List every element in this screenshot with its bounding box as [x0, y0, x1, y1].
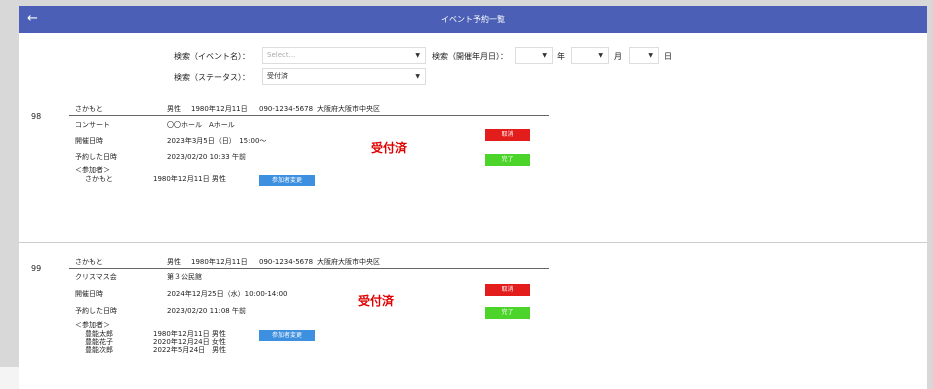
app-header: ← イベント予約一覧 — [19, 6, 927, 33]
customer-address: 大阪府大阪市中央区 — [317, 258, 380, 266]
status-select[interactable]: 受付済 ▼ — [262, 68, 426, 85]
change-participants-button[interactable]: 参加者変更 — [259, 175, 315, 186]
month-unit-label: 月 — [614, 52, 622, 61]
event-name: クリスマス会 — [75, 273, 117, 281]
status-filter-label: 検索（ステータス）： — [174, 73, 250, 82]
app-window: ← イベント予約一覧 検索（イベント名）： Select... ▼ 検索（開催年… — [19, 6, 927, 389]
event-date-label: 開催日時 — [75, 137, 103, 145]
status-select-value: 受付済 — [267, 72, 288, 80]
record-divider — [69, 268, 549, 269]
record-number: 98 — [31, 112, 42, 121]
customer-birthdate: 1980年12月11日 — [191, 105, 248, 113]
chevron-down-icon: ▼ — [415, 73, 420, 80]
event-date-label: 開催日時 — [75, 290, 103, 298]
reserved-at: 2023/02/20 11:08 午前 — [167, 307, 246, 315]
record-number: 99 — [31, 264, 42, 273]
reserved-at-label: 予約した日時 — [75, 153, 117, 161]
participant-info: 1980年12月11日 男性 — [153, 175, 226, 183]
participant-name: さかもと — [85, 175, 113, 183]
event-name-select[interactable]: Select... ▼ — [262, 47, 426, 64]
event-select-placeholder: Select... — [267, 51, 296, 59]
reserved-at: 2023/02/20 10:33 午前 — [167, 153, 246, 161]
year-unit-label: 年 — [557, 52, 565, 61]
customer-birthdate: 1980年12月11日 — [191, 258, 248, 266]
month-select[interactable]: ▼ — [571, 47, 609, 64]
cancel-button[interactable]: 取消 — [485, 284, 530, 296]
chevron-down-icon: ▼ — [598, 52, 603, 59]
status-badge: 受付済 — [371, 141, 408, 155]
customer-address: 大阪府大阪市中央区 — [317, 105, 380, 113]
date-filter-label: 検索（開催年月日）： — [432, 52, 508, 61]
day-select[interactable]: ▼ — [629, 47, 659, 64]
customer-phone: 090-1234-5678 — [259, 105, 314, 113]
event-filter-label: 検索（イベント名）： — [174, 52, 250, 61]
chevron-down-icon: ▼ — [648, 52, 653, 59]
complete-button[interactable]: 完了 — [485, 154, 530, 166]
record-divider — [69, 115, 549, 116]
chevron-down-icon: ▼ — [542, 52, 547, 59]
participant-info: 2022年5月24日 男性 — [153, 346, 227, 354]
customer-name: さかもと — [75, 105, 103, 113]
status-badge: 受付済 — [358, 294, 395, 308]
page-background: ← イベント予約一覧 検索（イベント名）： Select... ▼ 検索（開催年… — [0, 0, 933, 389]
event-venue: 第３公民館 — [167, 273, 202, 281]
cancel-button[interactable]: 取消 — [485, 129, 530, 141]
complete-button[interactable]: 完了 — [485, 307, 530, 319]
customer-gender: 男性 — [167, 105, 181, 113]
participant-name: 豊能次郎 — [85, 346, 113, 354]
event-name: コンサート — [75, 121, 110, 129]
record-separator — [19, 242, 927, 243]
customer-name: さかもと — [75, 258, 103, 266]
year-select[interactable]: ▼ — [515, 47, 553, 64]
customer-phone: 090-1234-5678 — [259, 258, 314, 266]
page-edge — [0, 367, 19, 389]
event-venue: 〇〇ホール Aホール — [167, 121, 235, 129]
event-date: 2024年12月25日（水）10:00-14:00 — [167, 290, 288, 298]
chevron-down-icon: ▼ — [415, 52, 420, 59]
reserved-at-label: 予約した日時 — [75, 307, 117, 315]
page-title: イベント予約一覧 — [441, 15, 505, 24]
event-date: 2023年3月5日（日） 15:00〜 — [167, 137, 267, 145]
customer-gender: 男性 — [167, 258, 181, 266]
change-participants-button[interactable]: 参加者変更 — [259, 330, 315, 341]
day-unit-label: 日 — [664, 52, 672, 61]
